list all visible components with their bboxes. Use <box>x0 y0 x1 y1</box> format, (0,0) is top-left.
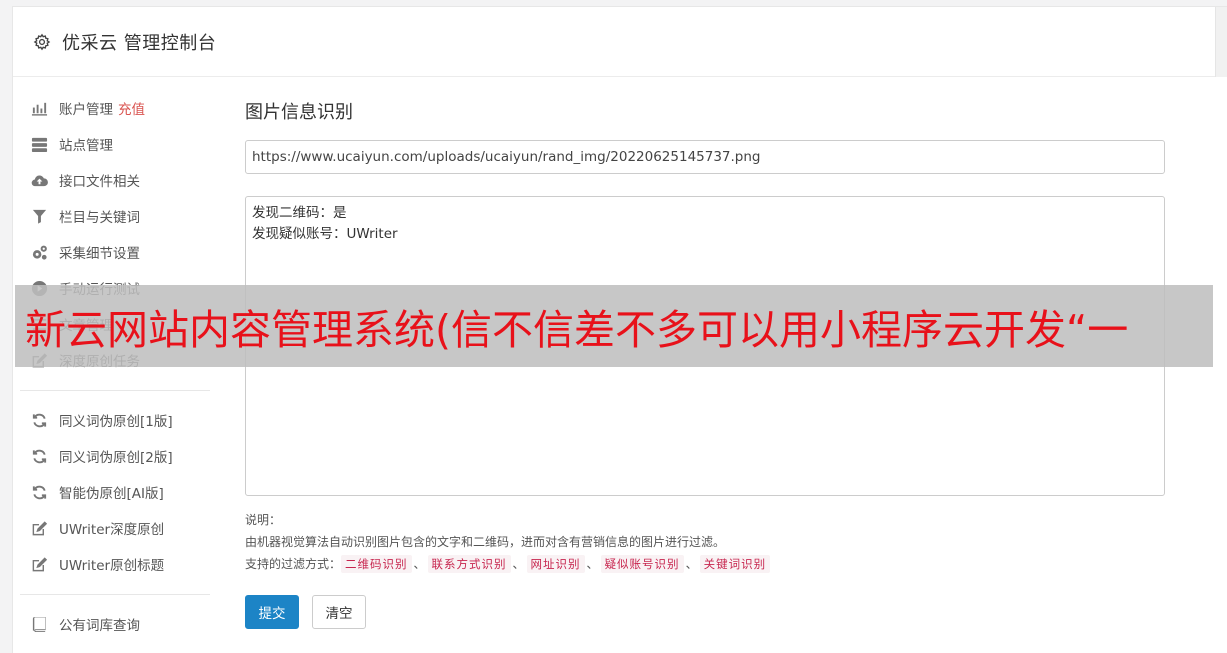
sidebar-item[interactable]: 栏目与关键词 <box>20 198 210 234</box>
book-icon <box>30 615 48 633</box>
filter-separator: 、 <box>413 557 426 571</box>
filter-methods: 支持的过滤方式： 二维码识别、联系方式识别、网址识别、疑似账号识别、关键词识别 <box>245 553 1165 575</box>
sidebar-item-label: 站点管理 <box>59 138 113 154</box>
sidebar-item[interactable]: 同义词伪原创[2版] <box>20 438 210 474</box>
watermark-text: 新云网站内容管理系统(信不信差不多可以用小程序云开发“一 <box>25 306 1129 354</box>
page-title: 优采云 管理控制台 <box>62 32 217 54</box>
filter-tag: 关键词识别 <box>699 555 771 573</box>
sidebar-item-label: 账户管理 <box>59 102 113 118</box>
edit-icon <box>30 555 48 573</box>
section-title: 图片信息识别 <box>245 102 353 123</box>
filter-tag: 网址识别 <box>526 555 585 573</box>
filter-separator: 、 <box>685 557 698 571</box>
result-line: 发现疑似账号：UWriter <box>252 226 398 242</box>
notes-text: 由机器视觉算法自动识别图片包含的文字和二维码，进而对含有营销信息的图片进行过滤。 <box>245 535 726 549</box>
bar-chart-icon <box>30 99 48 117</box>
filters-label: 支持的过滤方式： <box>245 557 342 571</box>
sidebar-item-label: 公有词库查询 <box>59 618 140 634</box>
submit-button[interactable]: 提交 <box>245 595 299 629</box>
sidebar-item[interactable]: 账户管理 充值 <box>20 90 210 126</box>
server-icon <box>30 135 48 153</box>
recharge-link[interactable]: 充值 <box>118 98 145 118</box>
sidebar-item[interactable]: 接口文件相关 <box>20 162 210 198</box>
button-row: 提交 清空 <box>245 595 1165 629</box>
notes-label: 说明： <box>245 513 282 527</box>
sidebar-item-label: 同义词伪原创[1版] <box>59 414 173 430</box>
sidebar-item-label: UWriter原创标题 <box>59 558 165 574</box>
filter-separator: 、 <box>586 557 599 571</box>
refresh-icon <box>30 447 48 465</box>
filter-tag: 疑似账号识别 <box>600 555 684 573</box>
sidebar-item[interactable]: UWriter深度原创 <box>20 510 210 546</box>
cogs-icon <box>30 243 48 261</box>
sidebar-divider <box>20 594 210 595</box>
clear-button[interactable]: 清空 <box>312 595 366 629</box>
sidebar-divider <box>20 390 210 391</box>
sidebar-item[interactable]: UWriter原创标题 <box>20 546 210 582</box>
image-url-input[interactable] <box>245 140 1165 174</box>
sidebar-item-label: UWriter深度原创 <box>59 522 165 538</box>
sidebar-item[interactable]: 站点管理 <box>20 126 210 162</box>
filter-tag: 联系方式识别 <box>427 555 511 573</box>
scrollbar[interactable] <box>1215 7 1227 77</box>
cloud-upload-icon <box>30 171 48 189</box>
sidebar-item-label: 同义词伪原创[2版] <box>59 450 173 466</box>
page-header: 优采云 管理控制台 <box>13 7 1227 77</box>
filter-icon <box>30 207 48 225</box>
refresh-icon <box>30 483 48 501</box>
result-line: 发现二维码：是 <box>252 205 347 221</box>
sidebar-item[interactable]: 采集细节设置 <box>20 234 210 270</box>
refresh-icon <box>30 411 48 429</box>
sidebar-item-label: 智能伪原创[AI版] <box>59 486 164 502</box>
sidebar-item[interactable]: 智能伪原创[AI版] <box>20 474 210 510</box>
sidebar-item[interactable]: 公有词库查询 <box>20 606 210 642</box>
sidebar-item-label: 采集细节设置 <box>59 246 140 262</box>
gear-icon <box>33 33 51 50</box>
filter-tag: 二维码识别 <box>341 555 412 573</box>
edit-icon <box>30 519 48 537</box>
sidebar-item-label: 栏目与关键词 <box>59 210 140 226</box>
watermark-banner: 新云网站内容管理系统(信不信差不多可以用小程序云开发“一 <box>15 285 1213 367</box>
sidebar-item-label: 接口文件相关 <box>59 174 140 190</box>
sidebar-item[interactable]: 同义词伪原创[1版] <box>20 402 210 438</box>
notes: 说明： 由机器视觉算法自动识别图片包含的文字和二维码，进而对含有营销信息的图片进… <box>245 509 1165 575</box>
filter-separator: 、 <box>512 557 525 571</box>
